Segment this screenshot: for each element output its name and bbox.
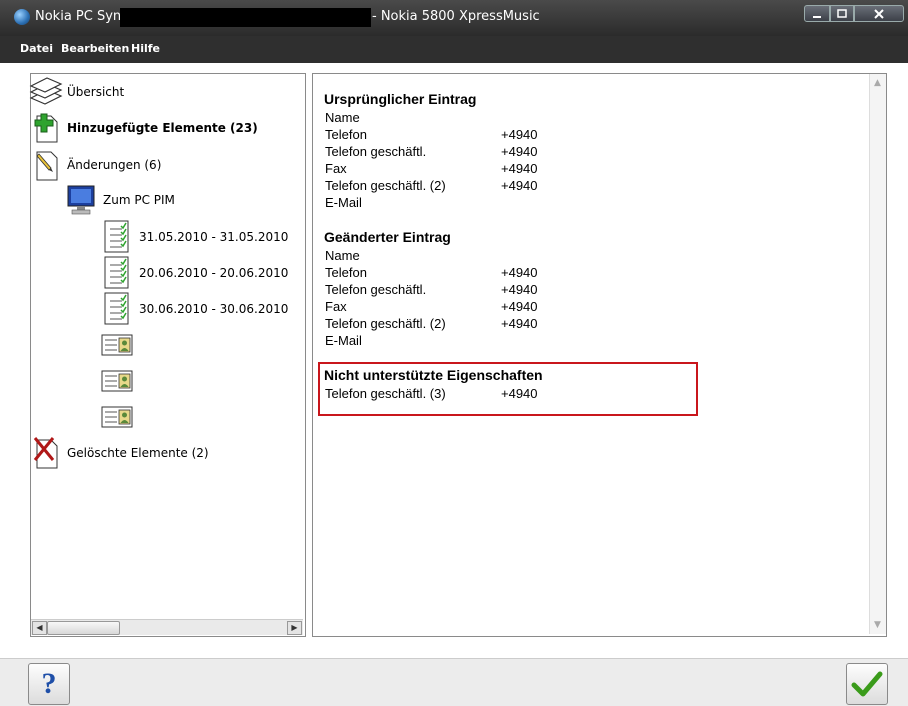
tree-item-entry-1[interactable]: 31.05.2010 - 31.05.2010 [104,220,288,254]
close-icon [874,8,884,19]
tree-item-label: Änderungen (6) [67,158,162,172]
field-value: +4940 [501,127,538,142]
unsupported-properties-heading: Nicht unterstützte Eigenschaften [324,367,543,383]
scroll-thumb[interactable] [47,621,120,635]
task-list-icon [104,220,129,253]
bottom-bar: ? [0,658,908,706]
task-list-icon [104,292,129,325]
tree-item-to-pc-pim[interactable]: Zum PC PIM [66,184,175,216]
field-label: Telefon [325,127,367,142]
added-items-icon [34,113,58,143]
maximize-icon [837,8,847,18]
menu-edit[interactable]: Bearbeiten [61,42,129,55]
window-controls [804,5,904,22]
tree-item-entry-2[interactable]: 20.06.2010 - 20.06.2010 [104,256,288,290]
tree-item-label: Zum PC PIM [103,193,175,207]
window-title-device: - Nokia 5800 XpressMusic [372,9,540,24]
field-label: Fax [325,161,347,176]
pc-monitor-icon [67,185,95,215]
tree-item-overview[interactable]: Übersicht [29,76,124,108]
contact-card-icon [101,334,133,356]
tree-item-label: Gelöschte Elemente (2) [67,446,209,460]
menu-help[interactable]: Hilfe [131,42,160,55]
field-value: +4940 [501,265,538,280]
changed-entry-heading: Geänderter Eintrag [324,229,451,245]
menu-file[interactable]: Datei [20,42,53,55]
title-bar: Nokia PC Sync - Nokia 5800 XpressMusic [0,0,908,36]
nokia-app-icon [14,9,30,25]
field-label: Name [325,110,360,125]
field-label: Fax [325,299,347,314]
field-value: +4940 [501,299,538,314]
overview-stack-icon [29,77,63,105]
tree-item-label: Übersicht [67,85,125,99]
field-value: +4940 [501,316,538,331]
field-value: +4940 [501,386,538,401]
scroll-left-button[interactable]: ◀ [32,621,47,635]
field-label: E-Mail [325,195,362,210]
field-value: +4940 [501,144,538,159]
changes-pencil-icon [36,151,58,181]
tree-item-deleted[interactable]: Gelöschte Elemente (2) [33,436,209,470]
deleted-items-icon [33,437,58,469]
field-label: Telefon geschäftl. (2) [325,316,446,331]
tree-item-added[interactable]: Hinzugefügte Elemente (23) [33,112,258,144]
field-value: +4940 [501,161,538,176]
help-button[interactable]: ? [28,663,70,705]
field-label: Telefon geschäftl. [325,282,427,297]
field-value: +4940 [501,178,538,193]
vertical-scrollbar[interactable]: ▲ ▼ [869,74,886,634]
tree-item-label: 20.06.2010 - 20.06.2010 [139,266,289,280]
window-title-app: Nokia PC Sync [35,9,129,24]
field-label: E-Mail [325,333,362,348]
field-label: Telefon geschäftl. [325,144,427,159]
tree-item-label: 30.06.2010 - 30.06.2010 [139,302,289,316]
redacted-region [120,8,371,27]
tree-item-label: 31.05.2010 - 31.05.2010 [139,230,289,244]
contact-card-icon [101,370,133,392]
close-button[interactable] [854,5,904,22]
field-value: +4940 [501,282,538,297]
checkmark-icon [851,671,883,697]
field-label: Telefon [325,265,367,280]
menu-bar: Datei Bearbeiten Hilfe [0,36,908,63]
field-label: Telefon geschäftl. (2) [325,178,446,193]
tree-item-entry-3[interactable]: 30.06.2010 - 30.06.2010 [104,292,288,326]
scroll-right-button[interactable]: ▶ [287,621,302,635]
contact-card-icon [101,406,133,428]
maximize-button[interactable] [830,5,854,22]
field-label: Name [325,248,360,263]
original-entry-heading: Ursprünglicher Eintrag [324,91,477,107]
ok-button[interactable] [846,663,888,705]
field-label: Telefon geschäftl. (3) [325,386,446,401]
task-list-icon [104,256,129,289]
tree-item-changes[interactable]: Änderungen (6) [33,148,161,182]
scroll-up-button[interactable]: ▲ [871,76,884,90]
minimize-icon [813,15,821,18]
tree-item-contact-2[interactable] [101,370,133,392]
help-icon: ? [41,667,57,700]
tree-item-contact-3[interactable] [101,406,133,428]
scroll-down-button[interactable]: ▼ [871,618,884,632]
minimize-button[interactable] [804,5,830,22]
tree-item-contact-1[interactable] [101,334,133,356]
horizontal-scrollbar[interactable]: ◀ ▶ [31,619,303,635]
tree-item-label: Hinzugefügte Elemente (23) [67,121,258,135]
